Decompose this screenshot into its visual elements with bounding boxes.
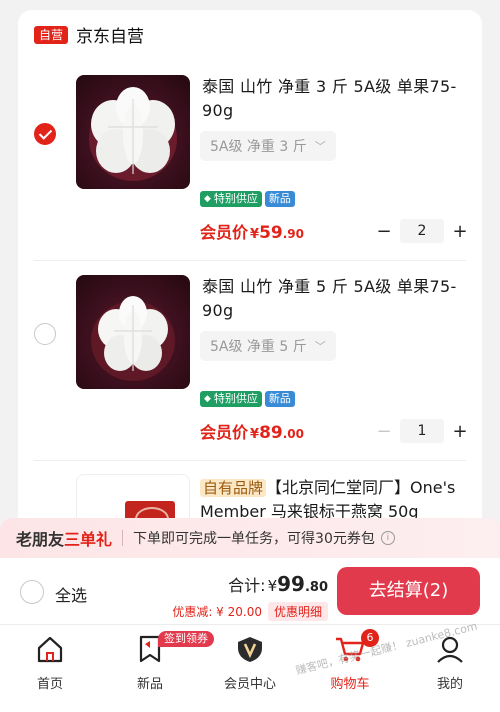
- tab-member-center[interactable]: 会员中心: [200, 633, 300, 692]
- quantity-value[interactable]: 1: [400, 419, 444, 443]
- chevron-down-icon: ﹀: [314, 340, 326, 353]
- tab-label: 新品: [136, 677, 163, 692]
- special-supply-tag: ◆ 特别供应: [200, 191, 262, 207]
- new-tag: 新品: [264, 191, 295, 207]
- total-price: 合计: ¥ 99 .80: [228, 572, 328, 596]
- product-tags: ◆ 特别供应 新品: [200, 191, 295, 207]
- promo-title-a: 老朋友: [16, 530, 65, 549]
- price-label: 会员价: [200, 223, 249, 242]
- diamond-icon: ◆: [204, 194, 211, 204]
- increase-button[interactable]: +: [450, 221, 470, 242]
- product-title[interactable]: 泰国 山竹 净重 5 斤 5A级 单果75-90g: [202, 275, 470, 323]
- checkout-bar: 全选 合计: ¥ 99 .80 优惠减: ¥ 20.00 优惠明细 去结算(2): [0, 558, 500, 624]
- quantity-stepper: − 1 +: [374, 419, 470, 443]
- promo-title-b: 三单礼: [64, 530, 113, 549]
- special-supply-label: 特别供应: [213, 192, 258, 205]
- tab-label: 首页: [36, 677, 63, 692]
- increase-button[interactable]: +: [450, 421, 470, 442]
- spec-label: 5A级 净重 3 斤: [210, 139, 307, 155]
- shop-header[interactable]: 自营 京东自营: [34, 22, 144, 47]
- decrease-button[interactable]: −: [374, 221, 394, 242]
- price-currency: ¥: [250, 427, 260, 442]
- mangosteen-image: [91, 296, 175, 381]
- shop-card: 自营 京东自营 泰国 山竹 净重 3 斤 5A级 单果75-90g 5A级 净重…: [18, 10, 482, 550]
- quantity-stepper: − 2 +: [374, 219, 470, 243]
- member-price: 会员价 ¥ 89 .00: [200, 419, 304, 443]
- discount-row: 优惠减: ¥ 20.00 优惠明细: [172, 602, 328, 621]
- promo-title: 老朋友三单礼: [16, 526, 112, 550]
- item-divider: [34, 260, 466, 261]
- tab-home[interactable]: 首页: [0, 633, 100, 692]
- promo-separator: [122, 530, 124, 546]
- price-decimal: .00: [282, 427, 304, 441]
- new-tag: 新品: [264, 391, 295, 407]
- total-decimal: .80: [304, 580, 328, 595]
- discount-detail-button[interactable]: 优惠明细: [267, 602, 328, 621]
- cart-item: 泰国 山竹 净重 3 斤 5A级 单果75-90g 5A级 净重 3 斤 ﹀ ◆…: [18, 75, 482, 275]
- total-integer: 99: [277, 572, 305, 596]
- checkout-button[interactable]: 去结算(2): [337, 567, 480, 615]
- special-supply-label: 特别供应: [213, 392, 258, 405]
- home-icon: [0, 633, 100, 665]
- product-image[interactable]: [76, 275, 190, 389]
- spec-selector[interactable]: 5A级 净重 5 斤 ﹀: [200, 331, 336, 361]
- diamond-icon: ◆: [204, 394, 211, 404]
- discount-amount: 优惠减: ¥ 20.00: [172, 605, 262, 619]
- cart-item: 泰国 山竹 净重 5 斤 5A级 单果75-90g 5A级 净重 5 斤 ﹀ ◆…: [18, 275, 482, 475]
- product-title[interactable]: 自有品牌 【北京同仁堂同厂】One's Member 马来银标干燕窝 50g: [200, 476, 480, 524]
- product-image[interactable]: [76, 75, 190, 189]
- special-supply-tag: ◆ 特别供应: [200, 391, 262, 407]
- item-divider: [34, 460, 466, 461]
- price-integer: 89: [259, 423, 283, 443]
- self-operated-badge: 自营: [34, 25, 69, 44]
- item-select-checkbox[interactable]: [34, 123, 56, 145]
- select-all-label[interactable]: 全选: [55, 582, 87, 606]
- signin-coupon-badge[interactable]: 签到领券: [158, 631, 214, 647]
- member-price: 会员价 ¥ 59 .90: [200, 219, 304, 243]
- own-brand-tag: 自有品牌: [200, 479, 267, 497]
- select-all-checkbox[interactable]: [20, 580, 44, 604]
- product-title[interactable]: 泰国 山竹 净重 3 斤 5A级 单果75-90g: [202, 75, 470, 123]
- tab-label: 我的: [436, 677, 463, 692]
- mangosteen-image: [89, 87, 177, 181]
- decrease-button[interactable]: −: [374, 421, 394, 442]
- info-icon[interactable]: i: [380, 531, 395, 545]
- spec-label: 5A级 净重 5 斤: [210, 339, 307, 355]
- promo-banner[interactable]: 老朋友三单礼 下单即可完成一单任务，可得30元券包 i: [0, 518, 500, 558]
- product-tags: ◆ 特别供应 新品: [200, 391, 295, 407]
- shop-name[interactable]: 京东自营: [76, 22, 144, 47]
- quantity-value[interactable]: 2: [400, 219, 444, 243]
- item-select-checkbox[interactable]: [34, 323, 56, 345]
- price-label: 会员价: [200, 423, 249, 442]
- spec-selector[interactable]: 5A级 净重 3 斤 ﹀: [200, 131, 336, 161]
- price-decimal: .90: [282, 227, 304, 241]
- tab-label: 购物车: [330, 677, 370, 692]
- price-currency: ¥: [250, 227, 260, 242]
- total-currency: ¥: [267, 577, 278, 595]
- price-integer: 59: [259, 223, 283, 243]
- vip-icon: [200, 633, 300, 665]
- promo-text: 下单即可完成一单任务，可得30元券包: [133, 531, 375, 547]
- total-label: 合计:: [228, 576, 266, 595]
- tab-label: 会员中心: [223, 677, 276, 692]
- chevron-down-icon: ﹀: [314, 140, 326, 153]
